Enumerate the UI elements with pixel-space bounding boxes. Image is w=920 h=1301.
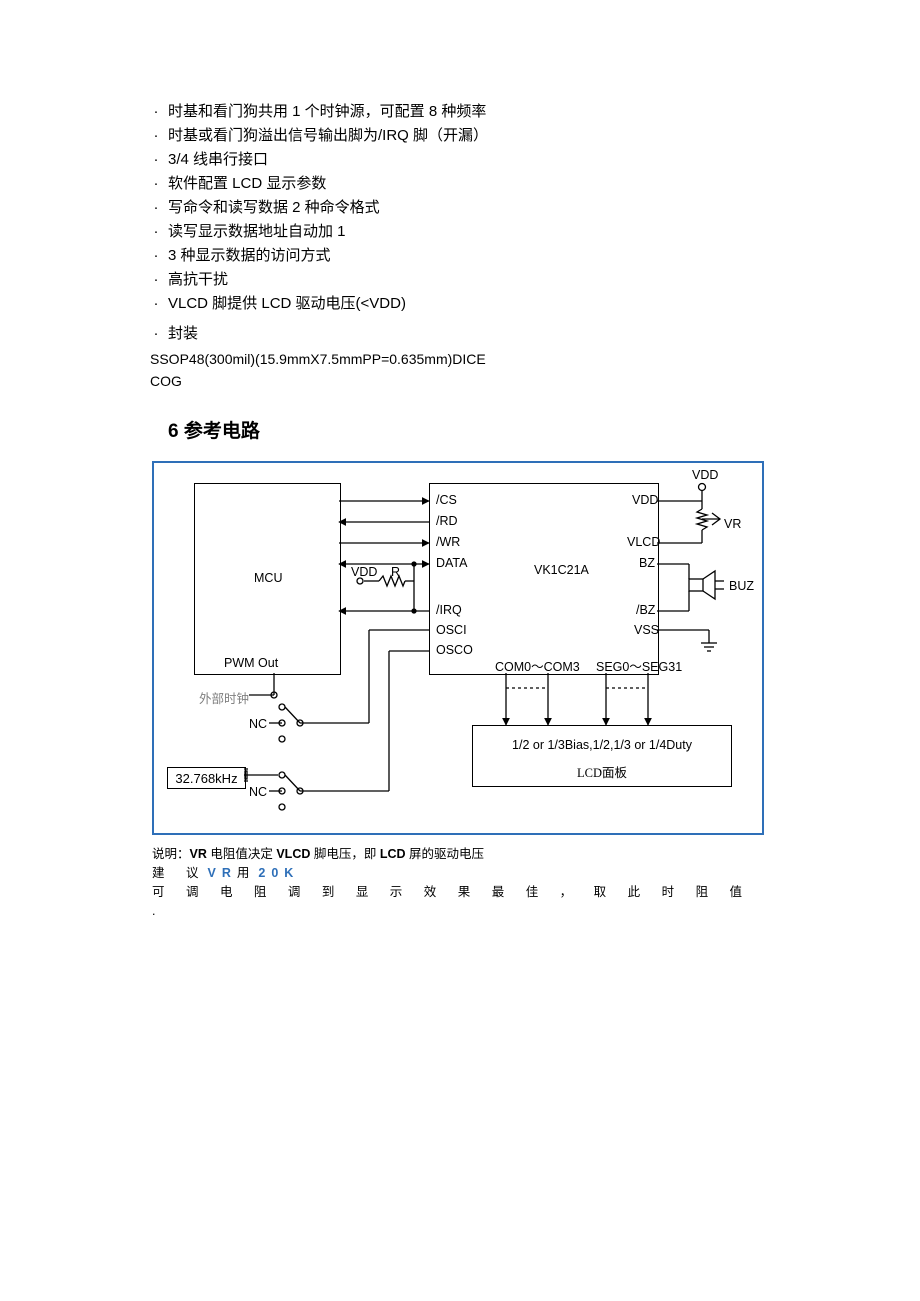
bullet-text: 软件配置 LCD 显示参数 bbox=[168, 172, 326, 196]
bullet-text: 时基或看门狗溢出信号输出脚为/IRQ 脚（开漏） bbox=[168, 124, 488, 148]
bullet-row: ·VLCD 脚提供 LCD 驱动电压(<VDD) bbox=[150, 292, 790, 316]
package-line: COG bbox=[150, 370, 790, 392]
diagram-wires bbox=[154, 463, 762, 833]
bullet-dot: · bbox=[150, 100, 162, 124]
bullet-text: VLCD 脚提供 LCD 驱动电压(<VDD) bbox=[168, 292, 406, 316]
package-line: SSOP48(300mil)(15.9mmX7.5mmPP=0.635mm)DI… bbox=[150, 348, 790, 370]
bullet-row: ·写命令和读写数据 2 种命令格式 bbox=[150, 196, 790, 220]
bullet-row: ·3/4 线串行接口 bbox=[150, 148, 790, 172]
bullet-dot: · bbox=[150, 322, 162, 346]
package-info: SSOP48(300mil)(15.9mmX7.5mmPP=0.635mm)DI… bbox=[150, 348, 790, 392]
bullet-row: ·时基和看门狗共用 1 个时钟源，可配置 8 种频率 bbox=[150, 100, 790, 124]
bullet-text: 读写显示数据地址自动加 1 bbox=[168, 220, 346, 244]
bullet-dot: · bbox=[150, 268, 162, 292]
diagram-notes: 说明：VR 电阻值决定 VLCD 脚电压，即 LCD 屏的驱动电压 建 议 VR… bbox=[152, 845, 764, 921]
bullet-row: ·高抗干扰 bbox=[150, 268, 790, 292]
bullet-row: ·时基或看门狗溢出信号输出脚为/IRQ 脚（开漏） bbox=[150, 124, 790, 148]
bullet-text: 3/4 线串行接口 bbox=[168, 148, 268, 172]
bullet-dot: · bbox=[150, 172, 162, 196]
feature-bullets: ·时基和看门狗共用 1 个时钟源，可配置 8 种频率 ·时基或看门狗溢出信号输出… bbox=[150, 100, 790, 346]
bullet-text: 高抗干扰 bbox=[168, 268, 228, 292]
bullet-row: ·3 种显示数据的访问方式 bbox=[150, 244, 790, 268]
bullet-dot: · bbox=[150, 244, 162, 268]
section-title: 6 参考电路 bbox=[168, 416, 790, 443]
bullet-dot: · bbox=[150, 220, 162, 244]
bullet-dot: · bbox=[150, 196, 162, 220]
reference-circuit-diagram: MCU PWM Out VK1C21A 1/2 or 1/3Bias,1/2,1… bbox=[152, 461, 764, 835]
bullet-dot: · bbox=[150, 124, 162, 148]
bullet-dot: · bbox=[150, 292, 162, 316]
bullet-dot: · bbox=[150, 148, 162, 172]
bullet-row: ·软件配置 LCD 显示参数 bbox=[150, 172, 790, 196]
bullet-text: 封装 bbox=[168, 322, 198, 346]
bullet-row: ·封装 bbox=[150, 322, 790, 346]
note-line-1: 说明：VR 电阻值决定 VLCD 脚电压，即 LCD 屏的驱动电压 bbox=[152, 845, 764, 864]
bullet-text: 时基和看门狗共用 1 个时钟源，可配置 8 种频率 bbox=[168, 100, 486, 124]
note-line-2: 建 议 VR 用 20K 可 调 电 阻 调 到 显 示 效 果 最 佳 ， 取… bbox=[152, 864, 764, 921]
bullet-row: ·读写显示数据地址自动加 1 bbox=[150, 220, 790, 244]
bullet-text: 3 种显示数据的访问方式 bbox=[168, 244, 331, 268]
bullet-text: 写命令和读写数据 2 种命令格式 bbox=[168, 196, 380, 220]
